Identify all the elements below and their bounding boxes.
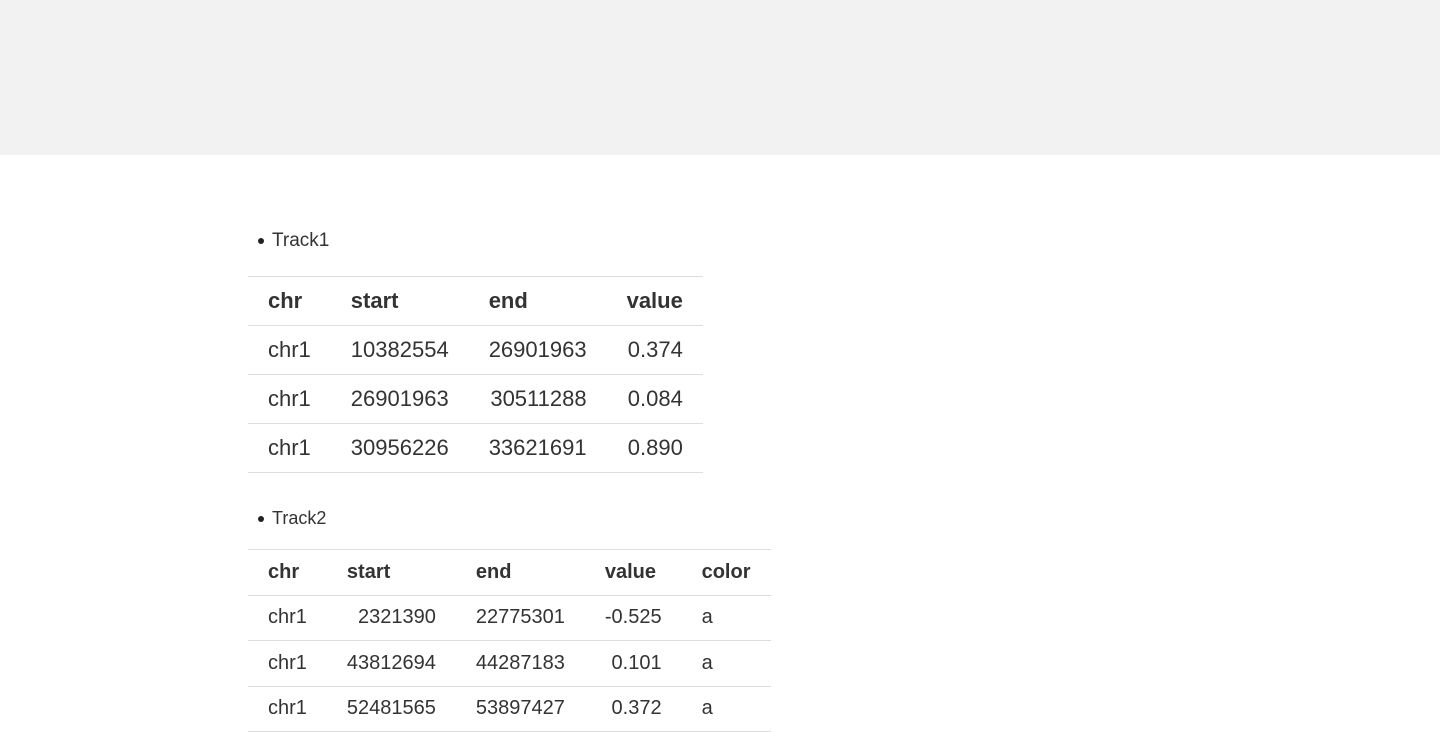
table-cell: 33621691 [468, 423, 607, 473]
table-cell: chr1 [248, 423, 331, 473]
table-cell: 0.372 [584, 686, 682, 732]
table-cell: 43812694 [326, 640, 456, 687]
top-banner [0, 0, 1440, 155]
table-cell: a [681, 595, 771, 641]
table-cell: 30511288 [468, 374, 607, 424]
table-header-row: chr start end value color [248, 549, 771, 596]
table-header-row: chr start end value [248, 276, 703, 326]
column-header: value [606, 276, 703, 326]
track1-title: Track1 [272, 230, 330, 251]
bullet-icon [258, 238, 264, 244]
column-header: start [326, 549, 456, 596]
column-header: start [330, 276, 469, 326]
track2-table: chr start end value color chr1 2321390 2… [248, 549, 771, 732]
track1-table: chr start end value chr1 10382554 269019… [248, 276, 703, 473]
table-row: chr1 2321390 22775301 -0.525 a [248, 595, 771, 641]
table-cell: 22775301 [455, 595, 585, 641]
table-cell: 0.374 [606, 325, 703, 375]
table-cell: 0.890 [606, 423, 703, 473]
table-row: chr1 30956226 33621691 0.890 [248, 423, 703, 473]
table-cell: chr1 [248, 325, 331, 375]
table-row: chr1 43812694 44287183 0.101 a [248, 640, 771, 687]
table-row: chr1 52481565 53897427 0.372 a [248, 686, 771, 732]
track2-heading: Track2 [258, 508, 326, 529]
table-cell: 26901963 [330, 374, 469, 424]
track1-heading: Track1 [258, 230, 329, 252]
table-cell: 0.101 [584, 640, 682, 687]
column-header: end [455, 549, 585, 596]
table-cell: 0.084 [606, 374, 703, 424]
table-row: chr1 10382554 26901963 0.374 [248, 325, 703, 375]
table-cell: 52481565 [326, 686, 456, 732]
table-cell: 2321390 [326, 595, 456, 641]
table-cell: -0.525 [584, 595, 682, 641]
bullet-icon [258, 515, 264, 522]
table-cell: chr1 [248, 595, 327, 641]
column-header: chr [248, 549, 327, 596]
table-cell: a [681, 640, 771, 687]
table-cell: 30956226 [330, 423, 469, 473]
table-cell: 26901963 [468, 325, 607, 375]
column-header: color [681, 549, 771, 596]
column-header: value [584, 549, 682, 596]
table-row: chr1 26901963 30511288 0.084 [248, 374, 703, 424]
column-header: chr [248, 276, 331, 326]
table-cell: chr1 [248, 374, 331, 424]
table-cell: 10382554 [330, 325, 469, 375]
table-cell: 53897427 [455, 686, 585, 732]
table-cell: a [681, 686, 771, 732]
table-cell: 44287183 [455, 640, 585, 687]
table-cell: chr1 [248, 686, 327, 732]
column-header: end [468, 276, 607, 326]
table-cell: chr1 [248, 640, 327, 687]
track2-title: Track2 [272, 508, 327, 528]
